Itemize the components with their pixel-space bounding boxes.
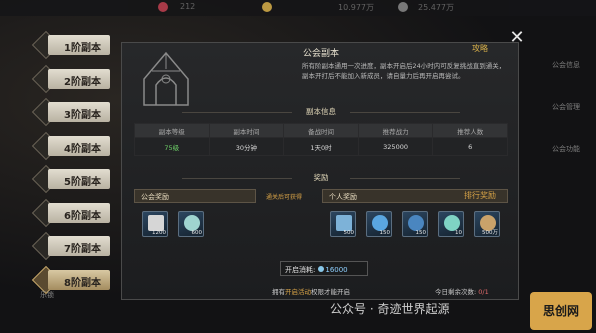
- resource-counter-2: 10.977万: [338, 3, 374, 12]
- prep-time-cell: 1天0时: [283, 137, 359, 156]
- power-cell: 325000: [357, 137, 434, 156]
- table-row: 75级 30分钟 1天0时 325000 6: [134, 137, 508, 156]
- resource-icon: [158, 2, 168, 12]
- dungeon-time-cell: 30分钟: [208, 137, 285, 156]
- gem-icon: [398, 2, 408, 12]
- table-header: 推荐人数: [432, 123, 508, 138]
- dungeon-description: 所有阶副本通用一次进度，副本开启后24小时内可反复挑战直到通关，副本开打后不能加…: [302, 62, 506, 80]
- open-cost-display: 开启消耗: 16000: [280, 261, 368, 276]
- tab-tier-2[interactable]: 2阶副本: [31, 64, 110, 93]
- players-cell: 6: [432, 137, 508, 156]
- personal-reward-item[interactable]: 150: [402, 211, 428, 237]
- permission-note: 拥有开启活动权限才能开启: [272, 288, 350, 296]
- personal-reward-item[interactable]: 500万: [474, 211, 500, 237]
- gem-icon: [318, 266, 325, 272]
- guild-dungeon-panel: 公会副本 攻略 所有阶副本通用一次进度，副本开启后24小时内可反复挑战直到通关，…: [121, 42, 519, 300]
- remaining-attempts: 今日剩余次数: 0/1: [435, 288, 489, 296]
- right-menu-item[interactable]: 公会信息: [516, 60, 596, 70]
- tab-tier-7[interactable]: 7阶副本: [31, 231, 110, 261]
- tab-tier-3[interactable]: 3阶副本: [31, 97, 110, 127]
- top-resource-bar: 212 10.977万 25.477万: [0, 0, 596, 16]
- table-header: 副本时间: [208, 123, 285, 138]
- guild-reward-item[interactable]: 600: [178, 211, 204, 237]
- right-side-menu: 公会信息 公会管理 公会功能: [516, 60, 596, 186]
- rank-reward-link[interactable]: 排行奖励: [464, 190, 496, 201]
- tab-tier-6[interactable]: 6阶副本: [31, 198, 110, 227]
- table-header: 备战时间: [283, 123, 359, 138]
- resource-counter-1: 212: [180, 2, 196, 11]
- guild-reward-bar: 公会奖励: [134, 189, 256, 203]
- crest-icon: [184, 215, 200, 231]
- right-menu-item[interactable]: 公会管理: [516, 102, 596, 112]
- crystal-icon: [444, 215, 460, 231]
- personal-reward-item[interactable]: 500: [330, 211, 356, 237]
- locked-label: 乐锁: [40, 291, 54, 299]
- sword-icon: [336, 215, 352, 231]
- tab-tier-4[interactable]: 4阶副本: [31, 131, 110, 160]
- personal-reward-item[interactable]: 150: [366, 211, 392, 237]
- right-menu-item[interactable]: 公会功能: [516, 144, 596, 154]
- info-section-header: 副本信息: [306, 107, 336, 116]
- reward-section-header: 奖励: [313, 173, 329, 182]
- watermark-logo: 思创网: [530, 292, 592, 330]
- gold-icon: [262, 2, 272, 12]
- tab-tier-1[interactable]: 1阶副本: [31, 30, 110, 60]
- tier-tab-list: 1阶副本 2阶副本 3阶副本 4阶副本 5阶副本 6阶副本 7阶副本 8阶副本: [31, 30, 110, 301]
- watermark-text: 公众号 · 奇迹世界起源: [330, 302, 450, 316]
- close-button[interactable]: ✕: [508, 29, 526, 48]
- table-header: 推荐战力: [357, 123, 434, 138]
- dungeon-info-table: 副本等级 副本时间 备战时间 推荐战力 推荐人数 75级 30分钟 1天0时 3…: [134, 123, 508, 156]
- guild-reward-item[interactable]: 1200: [142, 211, 168, 237]
- castle-emblem-icon: [143, 51, 189, 106]
- tab-tier-5[interactable]: 5阶副本: [31, 164, 110, 194]
- personal-reward-item[interactable]: 10: [438, 211, 464, 237]
- table-header: 副本等级: [134, 123, 210, 138]
- orb-icon: [372, 215, 388, 231]
- resource-counter-3: 25.477万: [418, 3, 454, 12]
- clear-note: 通关后可获得: [266, 194, 303, 201]
- strategy-link[interactable]: 攻略: [472, 43, 488, 54]
- dungeon-level-cell: 75级: [134, 137, 210, 156]
- tab-tier-8[interactable]: 8阶副本: [31, 265, 110, 294]
- orb-icon: [408, 215, 424, 231]
- scroll-icon: [148, 215, 164, 231]
